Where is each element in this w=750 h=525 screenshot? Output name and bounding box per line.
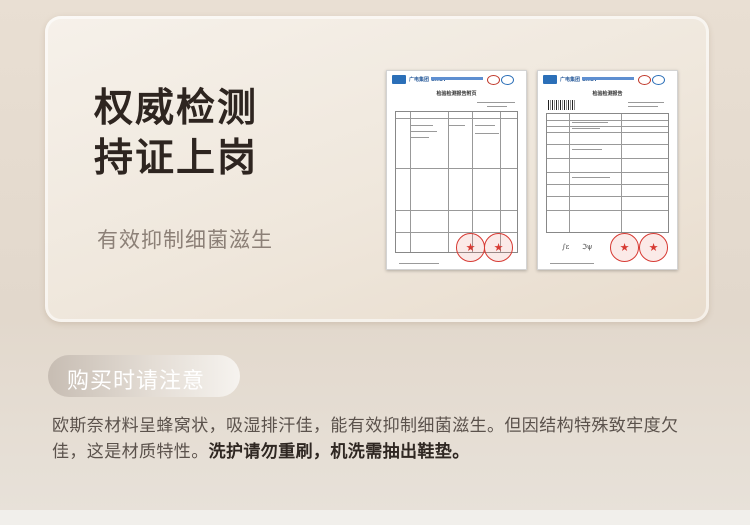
report-text-line (628, 106, 658, 108)
notice-text: 欧斯奈材料呈蜂窝状，吸湿排汗佳，能有效抑制细菌滋生。但因结构特殊致牢度欠佳，这是… (52, 413, 712, 465)
report-footer-line (550, 263, 594, 265)
cma-mark-icon (487, 75, 500, 85)
headline: 权威检测 持证上岗 (94, 84, 334, 184)
report-number-line (477, 102, 515, 104)
barcode-icon (548, 100, 576, 110)
cma-mark-icon (638, 75, 651, 85)
report-text-line (411, 137, 429, 139)
notice-tag-label: 购买时请注意 (67, 369, 206, 394)
report-table (395, 111, 518, 253)
official-seal-stamp-2: ★ (639, 233, 668, 262)
report-text-line (572, 177, 610, 179)
official-seal-stamp-1: ★ (456, 233, 485, 262)
report-text-line (475, 125, 495, 127)
report-page-line (487, 106, 507, 108)
signature-1: ∫ε (562, 243, 570, 251)
report-text-line (572, 149, 602, 151)
signature-2: ℑψ (582, 243, 593, 251)
report-text-line (475, 133, 499, 135)
report-text-line (572, 122, 608, 124)
test-report-image-1[interactable]: 广电集团 GRGT 检验检测报告附页 ★ ★ (386, 70, 527, 270)
report-header-line (431, 77, 483, 80)
official-seal-stamp-2: ★ (484, 233, 513, 262)
headline-line-2: 持证上岗 (94, 136, 259, 181)
cnas-mark-icon (501, 75, 514, 85)
report-text-line (572, 128, 600, 130)
report-table (546, 113, 669, 233)
test-report-image-2[interactable]: 广电集团 GRGT 检验检测报告 ∫ε ℑψ ★ ★ (537, 70, 678, 270)
subline: 有效抑制细菌滋生 (97, 228, 273, 252)
grgt-logo-icon (392, 75, 406, 84)
cnas-mark-icon (652, 75, 665, 85)
bottom-band (0, 510, 750, 525)
headline-line-1: 权威检测 (94, 86, 259, 131)
grgt-logo-icon (543, 75, 557, 84)
report-text-line (449, 125, 465, 127)
report-title: 检验检测报告 (592, 91, 623, 97)
report-title: 检验检测报告附页 (436, 91, 477, 97)
official-seal-stamp-1: ★ (610, 233, 639, 262)
report-header-line (582, 77, 634, 80)
report-text-line (411, 125, 433, 127)
report-footer-line (399, 263, 439, 265)
report-text-line (628, 102, 664, 104)
report-text-line (411, 131, 437, 133)
notice-body-bold: 洗护请勿重刷，机洗需抽出鞋垫。 (208, 442, 470, 462)
